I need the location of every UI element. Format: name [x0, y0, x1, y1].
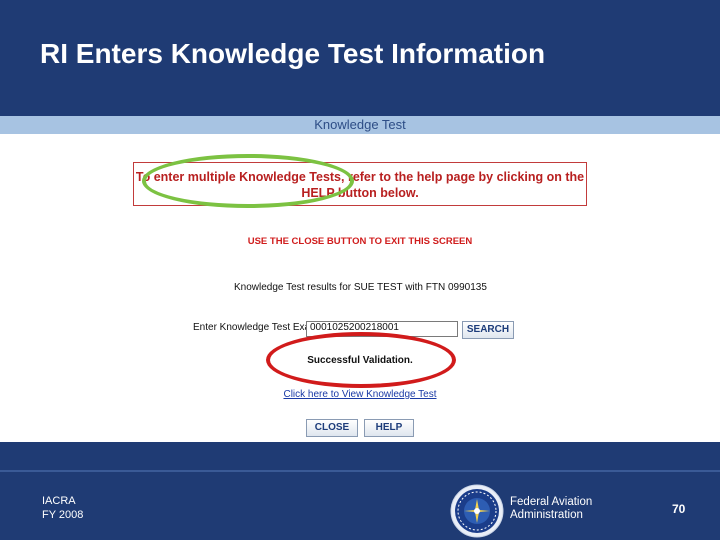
footer-program: IACRA: [42, 495, 76, 507]
close-instruction: USE THE CLOSE BUTTON TO EXIT THIS SCREEN: [247, 236, 473, 247]
agency-name-line1: Federal Aviation: [510, 496, 593, 508]
page-number: 70: [672, 502, 686, 516]
window-title-bar: Knowledge Test: [0, 116, 720, 134]
help-button[interactable]: HELP: [364, 419, 414, 437]
agency-name-line2: Administration: [510, 509, 583, 521]
view-knowledge-test-link[interactable]: Click here to View Knowledge Test: [0, 389, 720, 400]
search-button[interactable]: SEARCH: [462, 321, 514, 339]
window-title: Knowledge Test: [314, 117, 406, 132]
knowledge-test-window: Knowledge Test To enter multiple Knowled…: [0, 116, 720, 442]
agency-name: Federal Aviation Administration: [510, 496, 592, 522]
footer-fiscal-year: FY 2008: [42, 509, 84, 521]
faa-seal-icon: [450, 484, 504, 538]
red-highlight-ellipse: [266, 332, 456, 388]
test-results-label: Knowledge Test results for SUE TEST with…: [234, 282, 487, 293]
footer-divider: [0, 470, 720, 472]
slide-title: RI Enters Knowledge Test Information: [40, 38, 546, 69]
close-button[interactable]: CLOSE: [306, 419, 358, 437]
green-highlight-ellipse: [142, 154, 354, 208]
footer-program-info: IACRA FY 2008: [42, 494, 83, 522]
